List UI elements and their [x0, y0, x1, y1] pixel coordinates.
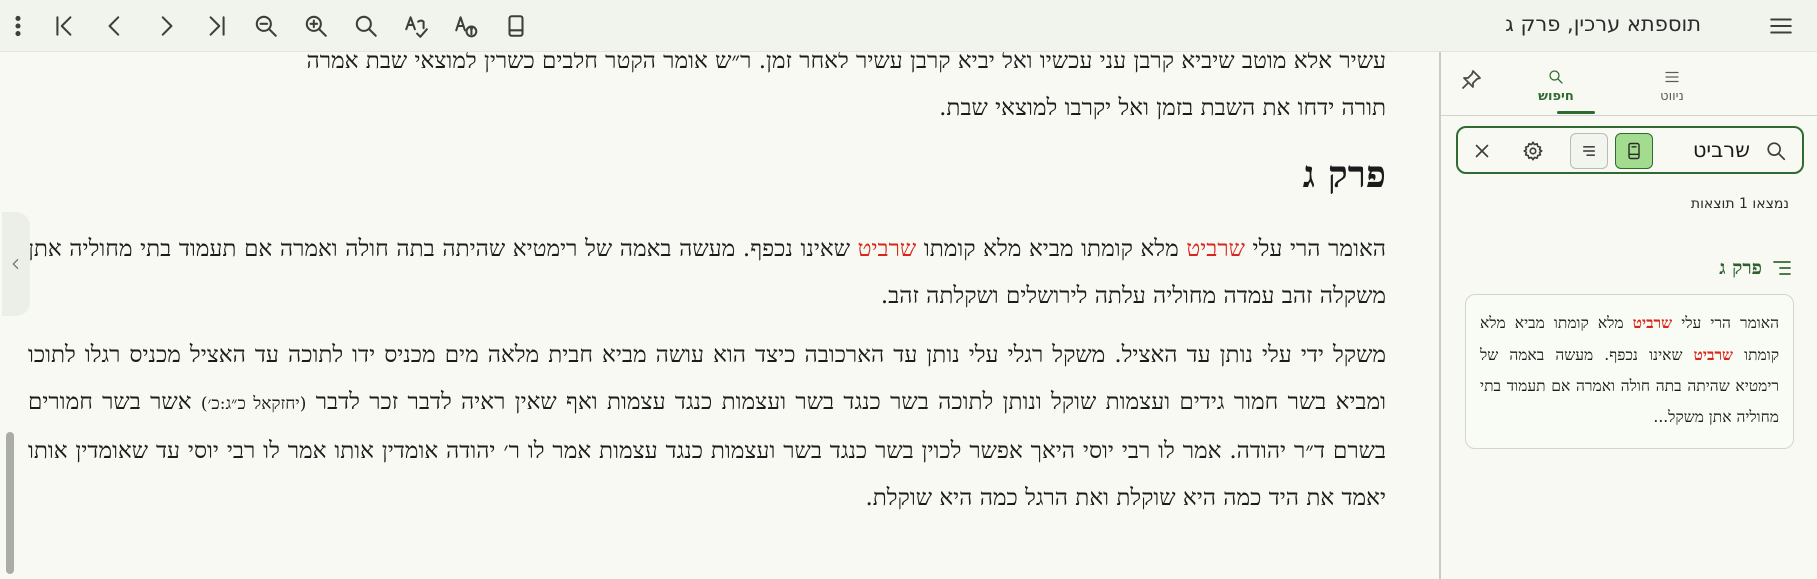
first-page-icon[interactable] — [47, 8, 83, 44]
font-info-icon[interactable] — [448, 8, 484, 44]
next-icon[interactable] — [148, 8, 184, 44]
settings-icon[interactable] — [1519, 137, 1547, 165]
result-group-header[interactable]: פרק ג — [1719, 256, 1794, 280]
search-highlight: שרביט — [1693, 345, 1734, 364]
chapter-heading: פרק ג — [1302, 152, 1386, 196]
paragraph-text: מלא קומתו מביא מלא קומתו — [916, 236, 1187, 262]
zoom-out-icon[interactable] — [248, 8, 284, 44]
text-top: עשיר אלא מוטב שיביא קרבן עני עכשיו ואל י… — [28, 52, 1386, 132]
paragraph-2: משקל ידי עלי נותן עד האציל. משקל רגלי על… — [28, 332, 1386, 522]
hamburger-menu-icon[interactable] — [1763, 8, 1799, 44]
result-snippet: האומר הרי עלי שרביט מלא קומתו מביא מלא ק… — [1480, 307, 1779, 431]
pin-icon[interactable] — [1451, 60, 1491, 100]
tab-navigation[interactable]: ניווט — [1632, 58, 1712, 114]
page-title: תוספתא ערכין, פרק ג — [1505, 12, 1701, 36]
scrollbar-thumb[interactable] — [6, 432, 14, 574]
top-toolbar: תוספתא ערכין, פרק ג — [0, 0, 1817, 52]
search-result-card[interactable]: האומר הרי עלי שרביט מלא קומתו מביא מלא ק… — [1465, 294, 1794, 449]
spellcheck-font-icon[interactable] — [398, 8, 434, 44]
search-icon[interactable] — [348, 8, 384, 44]
close-icon[interactable] — [1468, 137, 1496, 165]
search-highlight: שרביט — [857, 236, 917, 262]
search-icon — [1549, 70, 1563, 84]
book-icon[interactable] — [498, 8, 534, 44]
results-count: נמצאו 1 תוצאות — [1690, 196, 1789, 212]
result-group-title: פרק ג — [1719, 256, 1762, 279]
reading-pane: עשיר אלא מוטב שיביא קרבן עני עכשיו ואל י… — [0, 52, 1440, 579]
text-line: תורה ידחו את השבת בזמן ואל יקרבו למוצאי … — [939, 95, 1386, 121]
search-icon[interactable] — [1762, 137, 1790, 165]
more-vert-icon[interactable] — [0, 8, 36, 44]
tab-label: חיפוש — [1538, 89, 1574, 104]
tab-label: ניווט — [1660, 89, 1684, 104]
search-input[interactable] — [1650, 134, 1750, 166]
search-highlight: שרביט — [1632, 313, 1673, 332]
search-box — [1456, 126, 1804, 174]
tab-search[interactable]: חיפוש — [1516, 58, 1596, 114]
side-panel: חיפוש ניווט נמצאו 1 תוצאות פרק ג האומר ה — [1441, 52, 1817, 579]
active-tab-indicator — [1557, 111, 1595, 114]
menu-icon — [1665, 71, 1679, 83]
book-scope-toggle[interactable] — [1615, 133, 1653, 169]
zoom-in-icon[interactable] — [298, 8, 334, 44]
paragraph-1: האומר הרי עלי שרביט מלא קומתו מביא מלא ק… — [28, 226, 1386, 320]
previous-icon[interactable] — [97, 8, 133, 44]
search-highlight: שרביט — [1186, 236, 1245, 262]
last-page-icon[interactable] — [198, 8, 234, 44]
paragraph-text: האומר הרי עלי — [1244, 236, 1386, 262]
toc-icon — [1773, 261, 1791, 275]
text-line: עשיר אלא מוטב שיביא קרבן עני עכשיו ואל י… — [306, 52, 1386, 74]
collapse-panel-tab[interactable] — [2, 212, 30, 316]
fuzzy-search-toggle[interactable] — [1570, 133, 1608, 169]
snippet-text: האומר הרי עלי — [1672, 314, 1779, 332]
side-tabs: חיפוש ניווט — [1441, 52, 1817, 116]
verse-reference[interactable]: (יחזקאל כ״ג:כ׳) — [201, 394, 307, 414]
